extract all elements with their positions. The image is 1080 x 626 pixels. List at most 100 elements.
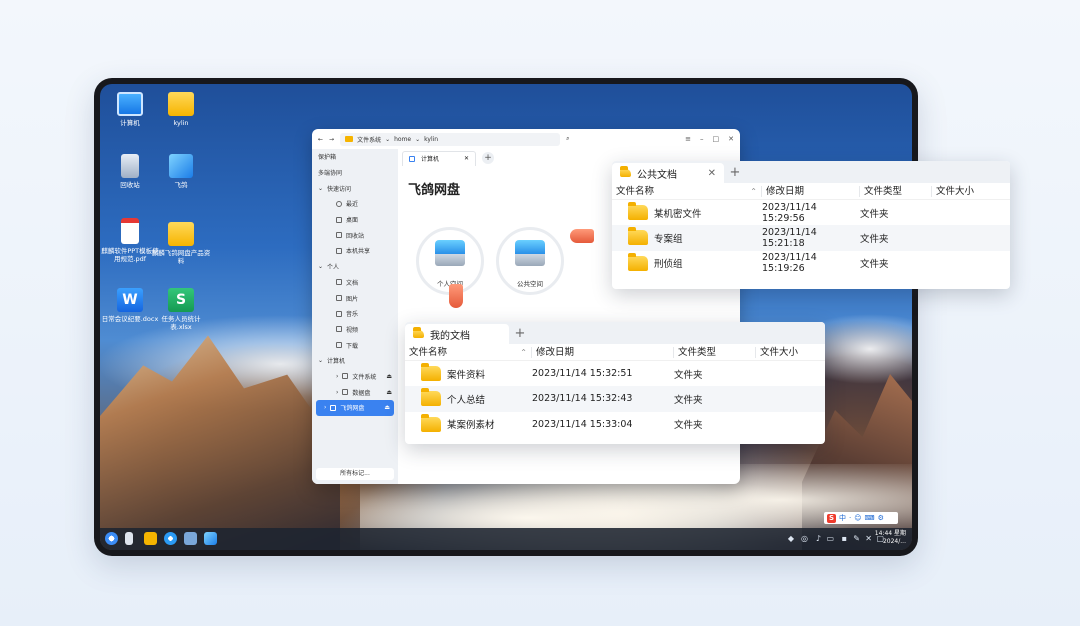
forward-icon[interactable]: → — [329, 136, 334, 143]
wallpaper-mountain-left — [100, 335, 340, 550]
sidebar-item-safebox[interactable]: 保护箱 — [312, 149, 398, 165]
cloud-drive-icon — [330, 404, 337, 411]
folder-icon — [168, 92, 194, 116]
wps-writer-icon: W — [117, 288, 143, 312]
table-row[interactable]: 专案组 2023/11/14 15:21:18 文件夹 — [612, 225, 1010, 251]
close-icon[interactable]: ✕ — [728, 135, 734, 143]
ime-toolbar[interactable]: S 中 · ☺ ⌨ ⚙ — [824, 512, 898, 524]
sidebar-item-pictures[interactable]: 图片 — [312, 290, 398, 306]
sidebar-item-multi-device[interactable]: 多端协同 — [312, 165, 398, 181]
file-list: 某机密文件 2023/11/14 15:29:56 文件夹 专案组 2023/1… — [612, 200, 1010, 276]
multitask-view-icon[interactable] — [125, 532, 133, 545]
public-documents-panel: 公共文档 ✕ + 文件名称 ⌃ 修改日期 文件类型 文件大小 某机密文件 2023… — [612, 161, 1010, 289]
sidebar-item-documents[interactable]: 文档 — [312, 275, 398, 291]
usb-icon[interactable]: ✎ — [853, 534, 860, 543]
search-icon[interactable]: ⌕ — [566, 135, 569, 143]
column-header-name[interactable]: 文件名称 ⌃ — [612, 185, 762, 197]
disk-public-space[interactable]: 公共空间 — [496, 227, 564, 295]
netdisk-drive-icon — [515, 240, 545, 274]
keyboard-icon[interactable]: ⌨ — [865, 514, 875, 522]
start-menu-icon[interactable] — [105, 532, 118, 545]
table-row[interactable]: 个人总结 2023/11/14 15:32:43 文件夹 — [405, 386, 825, 412]
sidebar-item-feige-netdisk[interactable]: › 飞鸽网盘 ⏏ — [316, 400, 394, 416]
tab-my-documents[interactable]: 我的文档 — [405, 324, 509, 344]
sidebar-item-data-disk[interactable]: › 数据盘 ⏏ — [312, 384, 398, 400]
all-tags-button[interactable]: 所有标记... — [316, 468, 394, 480]
desktop-icon-feige[interactable]: 飞鸽 — [151, 154, 211, 189]
minimize-icon[interactable]: – — [700, 135, 704, 143]
folder-icon — [628, 252, 648, 271]
chevron-right-icon: › — [324, 404, 327, 412]
sogou-ime-icon: S — [827, 513, 836, 523]
column-header-name[interactable]: 文件名称 ⌃ — [405, 346, 532, 358]
punctuation-icon[interactable]: · — [849, 514, 851, 522]
browser-icon[interactable] — [164, 532, 177, 545]
chevron-down-icon[interactable]: ⌄ — [415, 136, 420, 143]
chevron-right-icon: › — [336, 388, 339, 396]
address-bar[interactable]: 文件系统 ⌄ home ⌄ kylin — [340, 132, 561, 146]
sidebar-item-videos[interactable]: 视频 — [312, 322, 398, 338]
close-tab-icon[interactable]: ✕ — [708, 168, 716, 179]
sogou-tray-icon[interactable]: ▪ — [842, 534, 847, 543]
sidebar-group-computer[interactable]: ⌄ 计算机 — [312, 353, 398, 369]
add-tab-button[interactable]: + — [482, 152, 494, 164]
panel-tab-bar: 公共文档 ✕ + — [612, 161, 1010, 183]
column-header-type[interactable]: 文件类型 — [674, 346, 756, 358]
chevron-down-icon[interactable]: ⌄ — [385, 136, 390, 143]
sidebar-item-filesystem[interactable]: › 文件系统 ⏏ — [312, 369, 398, 385]
sidebar-item-desktop[interactable]: 桌面 — [312, 212, 398, 228]
table-row[interactable]: 刑侦组 2023/11/14 15:19:26 文件夹 — [612, 251, 1010, 276]
column-header-date[interactable]: 修改日期 — [762, 185, 860, 197]
sidebar-group-personal[interactable]: ⌄ 个人 — [312, 259, 398, 275]
ime-mode[interactable]: 中 — [839, 513, 846, 523]
folder-icon — [421, 363, 441, 382]
bluetooth-icon[interactable]: ✕ — [865, 534, 872, 543]
battery-icon[interactable]: ▭ — [826, 534, 834, 543]
sort-caret-icon[interactable]: ⌃ — [520, 347, 527, 358]
settings-icon[interactable]: ⚙ — [878, 514, 884, 522]
sidebar-item-music[interactable]: 音乐 — [312, 306, 398, 322]
system-monitor-icon[interactable] — [184, 532, 197, 545]
feige-tray-icon[interactable]: ◆ — [788, 534, 794, 543]
desktop-icon-product-folder[interactable]: 麒麟飞鸽网盘产品资料 — [151, 222, 211, 265]
tab-public-documents[interactable]: 公共文档 ✕ — [612, 163, 724, 183]
table-row[interactable]: 案件资料 2023/11/14 15:32:51 文件夹 — [405, 361, 825, 386]
volume-icon[interactable]: ♪ — [816, 534, 821, 543]
sidebar-item-recent[interactable]: 最近 — [312, 196, 398, 212]
network-icon[interactable]: ◎ — [801, 534, 808, 543]
column-header-size[interactable]: 文件大小 — [932, 186, 1010, 197]
pointing-hand-right-icon — [570, 229, 594, 243]
add-tab-button[interactable]: + — [509, 322, 531, 344]
eject-icon[interactable]: ⏏ — [386, 389, 392, 396]
back-icon[interactable]: ← — [318, 136, 323, 143]
folder-icon — [421, 413, 441, 432]
eject-icon[interactable]: ⏏ — [386, 373, 392, 380]
folder-icon — [168, 222, 194, 246]
column-header-date[interactable]: 修改日期 — [532, 346, 674, 358]
sort-caret-icon[interactable]: ⌃ — [750, 186, 757, 197]
close-tab-icon[interactable]: ✕ — [464, 155, 469, 162]
sidebar-item-local-share[interactable]: 本机共享 — [312, 243, 398, 259]
column-header-type[interactable]: 文件类型 — [860, 185, 932, 197]
file-manager-icon[interactable] — [144, 532, 157, 545]
folder-icon — [628, 202, 648, 221]
desktop-icon-xlsx[interactable]: S 任务人员统计表.xlsx — [151, 288, 211, 331]
computer-icon — [409, 155, 415, 162]
sidebar-group-quick-access[interactable]: ⌄ 快速访问 — [312, 180, 398, 196]
table-row[interactable]: 某案例素材 2023/11/14 15:33:04 文件夹 — [405, 412, 825, 437]
sidebar-item-downloads[interactable]: 下载 — [312, 337, 398, 353]
eject-icon[interactable]: ⏏ — [384, 404, 390, 411]
menu-icon[interactable]: ≡ — [685, 135, 691, 143]
column-header-size[interactable]: 文件大小 — [756, 347, 825, 358]
maximize-icon[interactable]: □ — [713, 135, 720, 143]
tab-computer[interactable]: 计算机 ✕ — [402, 150, 476, 166]
clock[interactable]: 14:44 星期 2024/... — [875, 530, 906, 546]
chevron-down-icon: ⌄ — [318, 184, 324, 192]
table-row[interactable]: 某机密文件 2023/11/14 15:29:56 文件夹 — [612, 200, 1010, 225]
add-tab-button[interactable]: + — [724, 161, 746, 183]
desktop-icon-kylin[interactable]: kylin — [151, 92, 211, 127]
window-controls: ≡ – □ ✕ — [685, 135, 734, 143]
sidebar-item-trash[interactable]: 回收站 — [312, 227, 398, 243]
emoji-icon[interactable]: ☺ — [854, 514, 861, 522]
feige-taskbar-icon[interactable] — [204, 532, 217, 545]
